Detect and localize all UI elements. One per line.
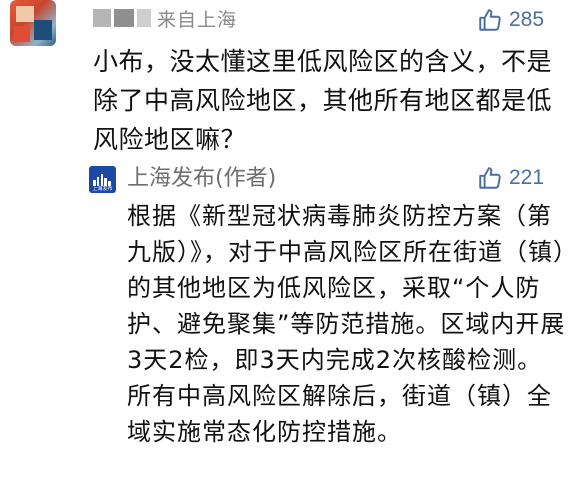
thumbs-up-icon: [479, 9, 501, 31]
reply-like-count: 221: [509, 166, 545, 189]
reply-body: 根据《新型冠状病毒肺炎防控方案（第九版）》，对于中高风险区所在街道（镇）的其他地…: [127, 202, 566, 446]
username-location: 来自上海: [157, 8, 238, 31]
reply-author[interactable]: 上海发布(作者): [127, 163, 276, 195]
thumbs-up-icon: [479, 167, 501, 189]
comment-like-count: 285: [509, 8, 545, 31]
comment-username[interactable]: 来自上海: [93, 4, 237, 32]
shanghai-fabu-logo[interactable]: 上海发布: [89, 166, 116, 193]
blurred-username: [93, 9, 151, 27]
logo-label: 上海发布: [92, 186, 113, 192]
comment-thread: 来自上海 285 小布，没太懂这里低风险区的含义，不是除了中高风险地区，其他所有…: [0, 0, 579, 500]
comment-body: 小布，没太懂这里低风险区的含义，不是除了中高风险地区，其他所有地区都是低风险地区…: [93, 47, 553, 154]
reply-like-button[interactable]: 221: [477, 165, 544, 191]
user-avatar[interactable]: [10, 0, 56, 46]
comment-like-button[interactable]: 285: [477, 7, 544, 33]
